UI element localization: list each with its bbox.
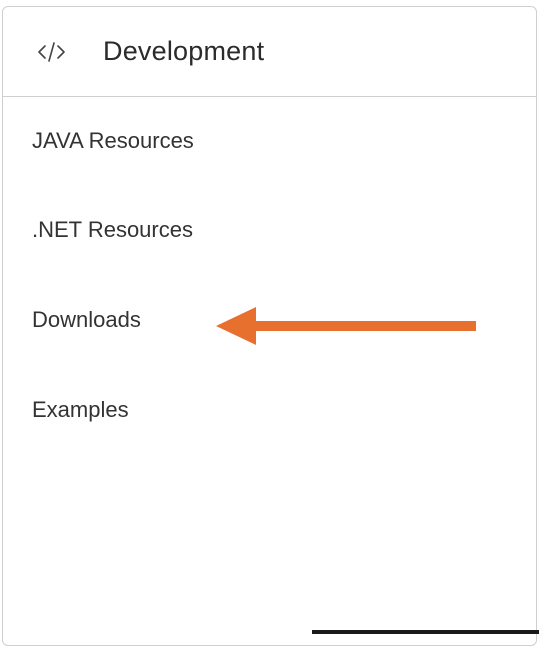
menu-item-java-resources[interactable]: JAVA Resources [3,97,536,185]
panel-header: Development [3,7,536,97]
development-menu: JAVA Resources .NET Resources Downloads … [3,97,536,455]
menu-item-net-resources[interactable]: .NET Resources [3,185,536,275]
bottom-edge-bar [312,630,539,634]
menu-item-examples[interactable]: Examples [3,365,536,455]
pointer-arrow-icon [216,307,476,345]
code-icon [37,40,67,64]
panel-title: Development [103,36,265,66]
